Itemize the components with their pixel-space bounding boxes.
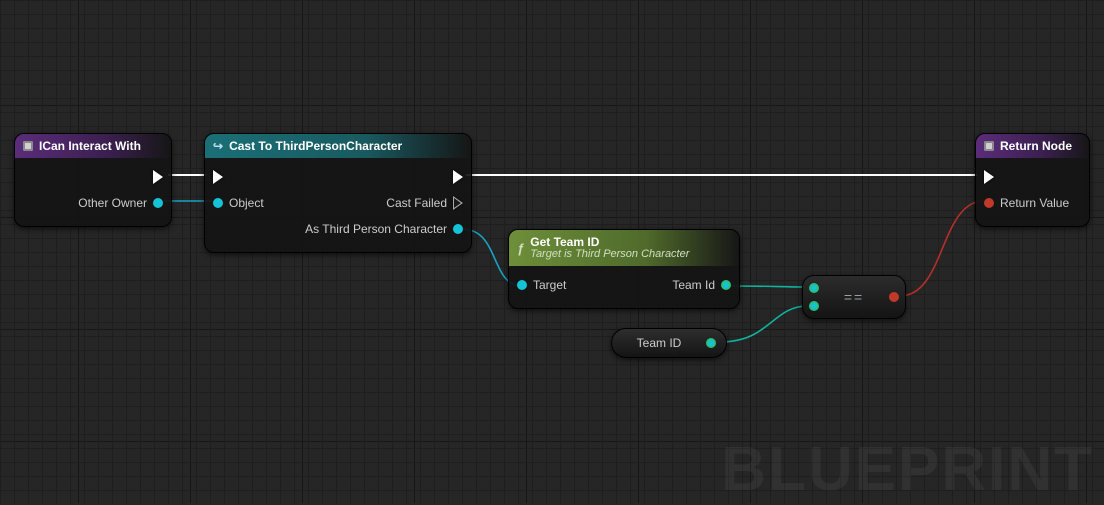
node-title: Return Node bbox=[1000, 139, 1072, 153]
pin-label: Team Id bbox=[672, 278, 715, 292]
node-header[interactable]: Return Node bbox=[976, 134, 1089, 158]
node-header[interactable]: Get Team ID Target is Third Person Chara… bbox=[509, 230, 739, 266]
object-out-pin[interactable] bbox=[453, 224, 463, 234]
node-variable-team-id[interactable]: Team ID bbox=[611, 328, 727, 358]
node-cast-to-thirdpersoncharacter[interactable]: Cast To ThirdPersonCharacter Object Cast… bbox=[204, 133, 472, 253]
node-ican-interact-with[interactable]: ICan Interact With Other Owner bbox=[14, 133, 172, 227]
exec-in-pin[interactable] bbox=[984, 170, 994, 184]
exec-out-pin[interactable] bbox=[453, 170, 463, 184]
node-header[interactable]: ICan Interact With bbox=[15, 134, 171, 158]
cast-icon bbox=[213, 139, 223, 153]
object-in-pin[interactable] bbox=[213, 198, 223, 208]
node-subtitle: Target is Third Person Character bbox=[530, 249, 689, 261]
equals-out-pin[interactable] bbox=[889, 292, 899, 302]
node-title: Get Team ID bbox=[530, 236, 689, 249]
variable-label: Team ID bbox=[622, 336, 696, 350]
node-title: Cast To ThirdPersonCharacter bbox=[229, 139, 402, 153]
equals-in-a-pin[interactable] bbox=[809, 283, 819, 293]
node-get-team-id[interactable]: Get Team ID Target is Third Person Chara… bbox=[508, 229, 740, 309]
exec-fail-pin[interactable] bbox=[453, 196, 463, 210]
pin-label: Target bbox=[533, 278, 566, 292]
function-icon bbox=[517, 241, 524, 256]
object-out-pin[interactable] bbox=[153, 198, 163, 208]
node-return[interactable]: Return Node Return Value bbox=[975, 133, 1090, 227]
node-title: ICan Interact With bbox=[39, 139, 141, 153]
node-equals[interactable]: == bbox=[802, 275, 906, 319]
function-override-icon bbox=[23, 141, 33, 151]
target-in-pin[interactable] bbox=[517, 280, 527, 290]
equals-in-b-pin[interactable] bbox=[809, 301, 819, 311]
function-result-icon bbox=[984, 141, 994, 151]
exec-in-pin[interactable] bbox=[213, 170, 223, 184]
blueprint-watermark: BLUEPRINT bbox=[721, 434, 1094, 505]
teamid-out-pin[interactable] bbox=[721, 280, 731, 290]
operator-symbol: == bbox=[844, 289, 864, 305]
variable-out-pin[interactable] bbox=[706, 338, 716, 348]
pin-label: Return Value bbox=[1000, 196, 1069, 210]
pin-label: Other Owner bbox=[78, 196, 147, 210]
pin-label: Cast Failed bbox=[386, 196, 447, 210]
pin-label: Object bbox=[229, 196, 264, 210]
exec-out-pin[interactable] bbox=[153, 170, 163, 184]
node-header[interactable]: Cast To ThirdPersonCharacter bbox=[205, 134, 471, 158]
pin-label: As Third Person Character bbox=[305, 222, 447, 236]
return-value-pin[interactable] bbox=[984, 198, 994, 208]
